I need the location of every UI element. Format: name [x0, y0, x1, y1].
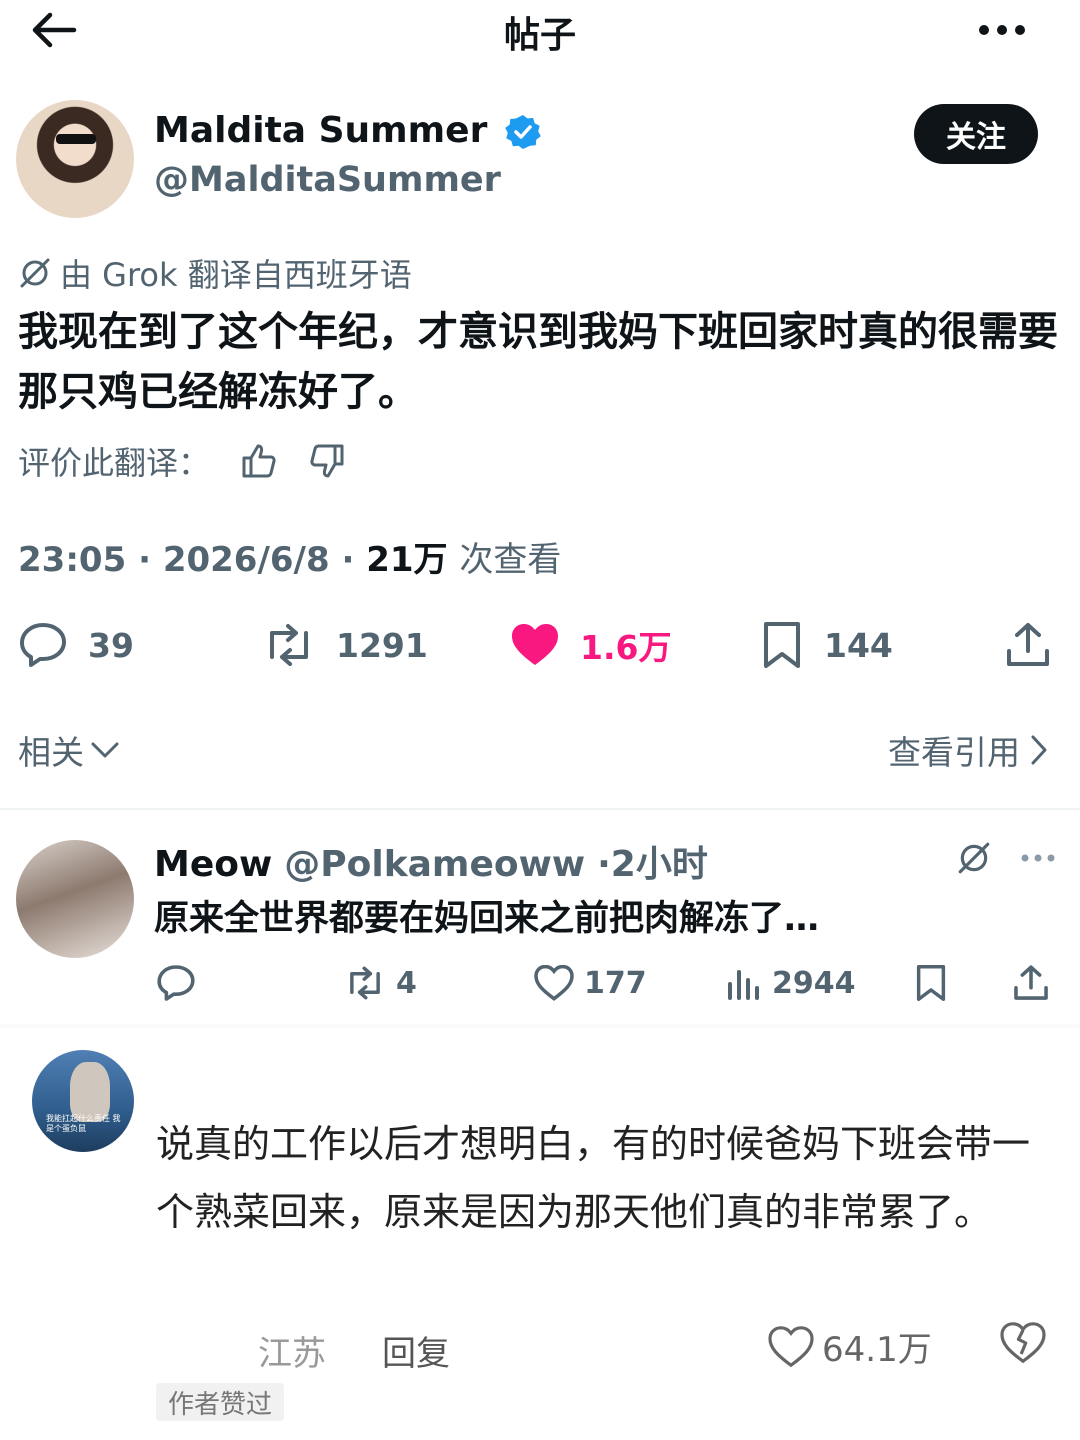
- more-options-icon[interactable]: [978, 22, 1026, 38]
- reply-author-name[interactable]: Meow: [154, 844, 272, 885]
- grok-icon: [18, 256, 52, 290]
- reply-icon[interactable]: [156, 964, 196, 1002]
- translation-note: 由 Grok 翻译自西班牙语: [18, 250, 412, 296]
- post-meta: 23:05 · 2026/6/8 · 21万 次查看: [18, 540, 562, 580]
- section-divider: [0, 1024, 1080, 1028]
- heart-outline-icon[interactable]: [534, 965, 574, 1001]
- commenter-avatar[interactable]: 我能扛起什么责任 我是个蛋负鼠: [32, 1050, 134, 1152]
- chevron-down-icon: [90, 740, 120, 760]
- repost-action[interactable]: 1291: [262, 615, 428, 675]
- related-dropdown[interactable]: 相关: [18, 726, 120, 774]
- bookmark-icon[interactable]: [760, 621, 804, 669]
- thumbs-down-icon[interactable]: [308, 442, 346, 480]
- analytics-icon[interactable]: [726, 966, 762, 1000]
- heart-filled-icon[interactable]: [510, 622, 560, 668]
- reply-count: 39: [88, 625, 134, 665]
- grok-translate-icon[interactable]: [956, 840, 992, 876]
- post-text: 我现在到了这个年纪，才意识到我妈下班回家时真的很需要那只鸡已经解冻好了。: [18, 309, 1058, 415]
- repost-icon[interactable]: [344, 966, 386, 1000]
- reply-reply-action[interactable]: [156, 958, 196, 1008]
- heart-outline-icon[interactable]: [768, 1325, 814, 1368]
- post-date: 2026/6/8: [162, 540, 330, 580]
- author-handle[interactable]: @MalditaSummer: [154, 160, 501, 200]
- reply-action[interactable]: 39: [18, 615, 134, 675]
- reply-author-handle[interactable]: @Polkameoww: [284, 844, 585, 885]
- reply-like-action[interactable]: 177: [534, 958, 647, 1008]
- verified-badge-icon: [504, 113, 542, 151]
- reply-repost-action[interactable]: 4: [344, 958, 417, 1008]
- rate-translation: 评价此翻译：: [18, 438, 346, 484]
- reply-share-action[interactable]: [1012, 958, 1050, 1008]
- page-title: 帖子: [503, 15, 576, 56]
- reply-views-action[interactable]: 2944: [726, 958, 856, 1008]
- rate-translation-label: 评价此翻译：: [18, 444, 211, 482]
- repost-count: 1291: [336, 625, 428, 665]
- follow-button[interactable]: 关注: [914, 104, 1038, 164]
- author-liked-badge: 作者赞过: [156, 1383, 285, 1421]
- repost-icon[interactable]: [262, 623, 316, 667]
- comment-like-button[interactable]: 64.1万: [768, 1322, 932, 1371]
- reply-header: Meow @Polkameoww ·2小时: [154, 835, 708, 887]
- broken-heart-icon[interactable]: [1000, 1322, 1046, 1364]
- chevron-right-icon: [1030, 734, 1048, 766]
- author-avatar[interactable]: [16, 100, 134, 218]
- share-icon[interactable]: [1012, 964, 1050, 1002]
- bookmark-count: 144: [824, 625, 893, 665]
- reply-repost-count: 4: [396, 965, 417, 1001]
- translation-note-text: 由 Grok 翻译自西班牙语: [60, 256, 412, 294]
- comment-like-count: 64.1万: [822, 1330, 932, 1370]
- reply-view-count: 2944: [772, 965, 856, 1001]
- view-count: 21万: [366, 540, 448, 580]
- view-count-suffix: 次查看: [459, 540, 562, 580]
- post-time: 23:05: [18, 540, 127, 580]
- divider: [0, 808, 1080, 810]
- view-quotes-label: 查看引用: [888, 733, 1020, 772]
- comment-reply-button[interactable]: 回复: [382, 1326, 450, 1375]
- view-quotes-link[interactable]: 查看引用: [888, 726, 1048, 774]
- reply-more-options-icon[interactable]: [1020, 852, 1056, 864]
- avatar-caption: 我能扛起什么责任 我是个蛋负鼠: [46, 1114, 121, 1133]
- like-action[interactable]: 1.6万: [510, 615, 671, 675]
- bookmark-action[interactable]: 144: [760, 615, 893, 675]
- comment-text: 说真的工作以后才想明白，有的时候爸妈下班会带一个熟菜回来，原来是因为那天他们真的…: [156, 1122, 1031, 1234]
- share-action[interactable]: [1004, 615, 1052, 675]
- reply-icon[interactable]: [18, 622, 68, 668]
- comment-location: 江苏: [258, 1334, 326, 1374]
- reply-bookmark-action[interactable]: [914, 958, 948, 1008]
- author-name[interactable]: Maldita Summer: [154, 110, 542, 151]
- reply-author-avatar[interactable]: [16, 840, 134, 958]
- related-label: 相关: [18, 733, 84, 772]
- share-icon[interactable]: [1004, 621, 1052, 669]
- like-count: 1.6万: [580, 628, 672, 667]
- reply-time: ·2小时: [597, 844, 708, 885]
- reply-like-count: 177: [584, 965, 647, 1001]
- bookmark-icon[interactable]: [914, 964, 948, 1002]
- thumbs-up-icon[interactable]: [240, 442, 278, 480]
- reply-text: 原来全世界都要在妈回来之前把肉解冻了…: [154, 899, 820, 939]
